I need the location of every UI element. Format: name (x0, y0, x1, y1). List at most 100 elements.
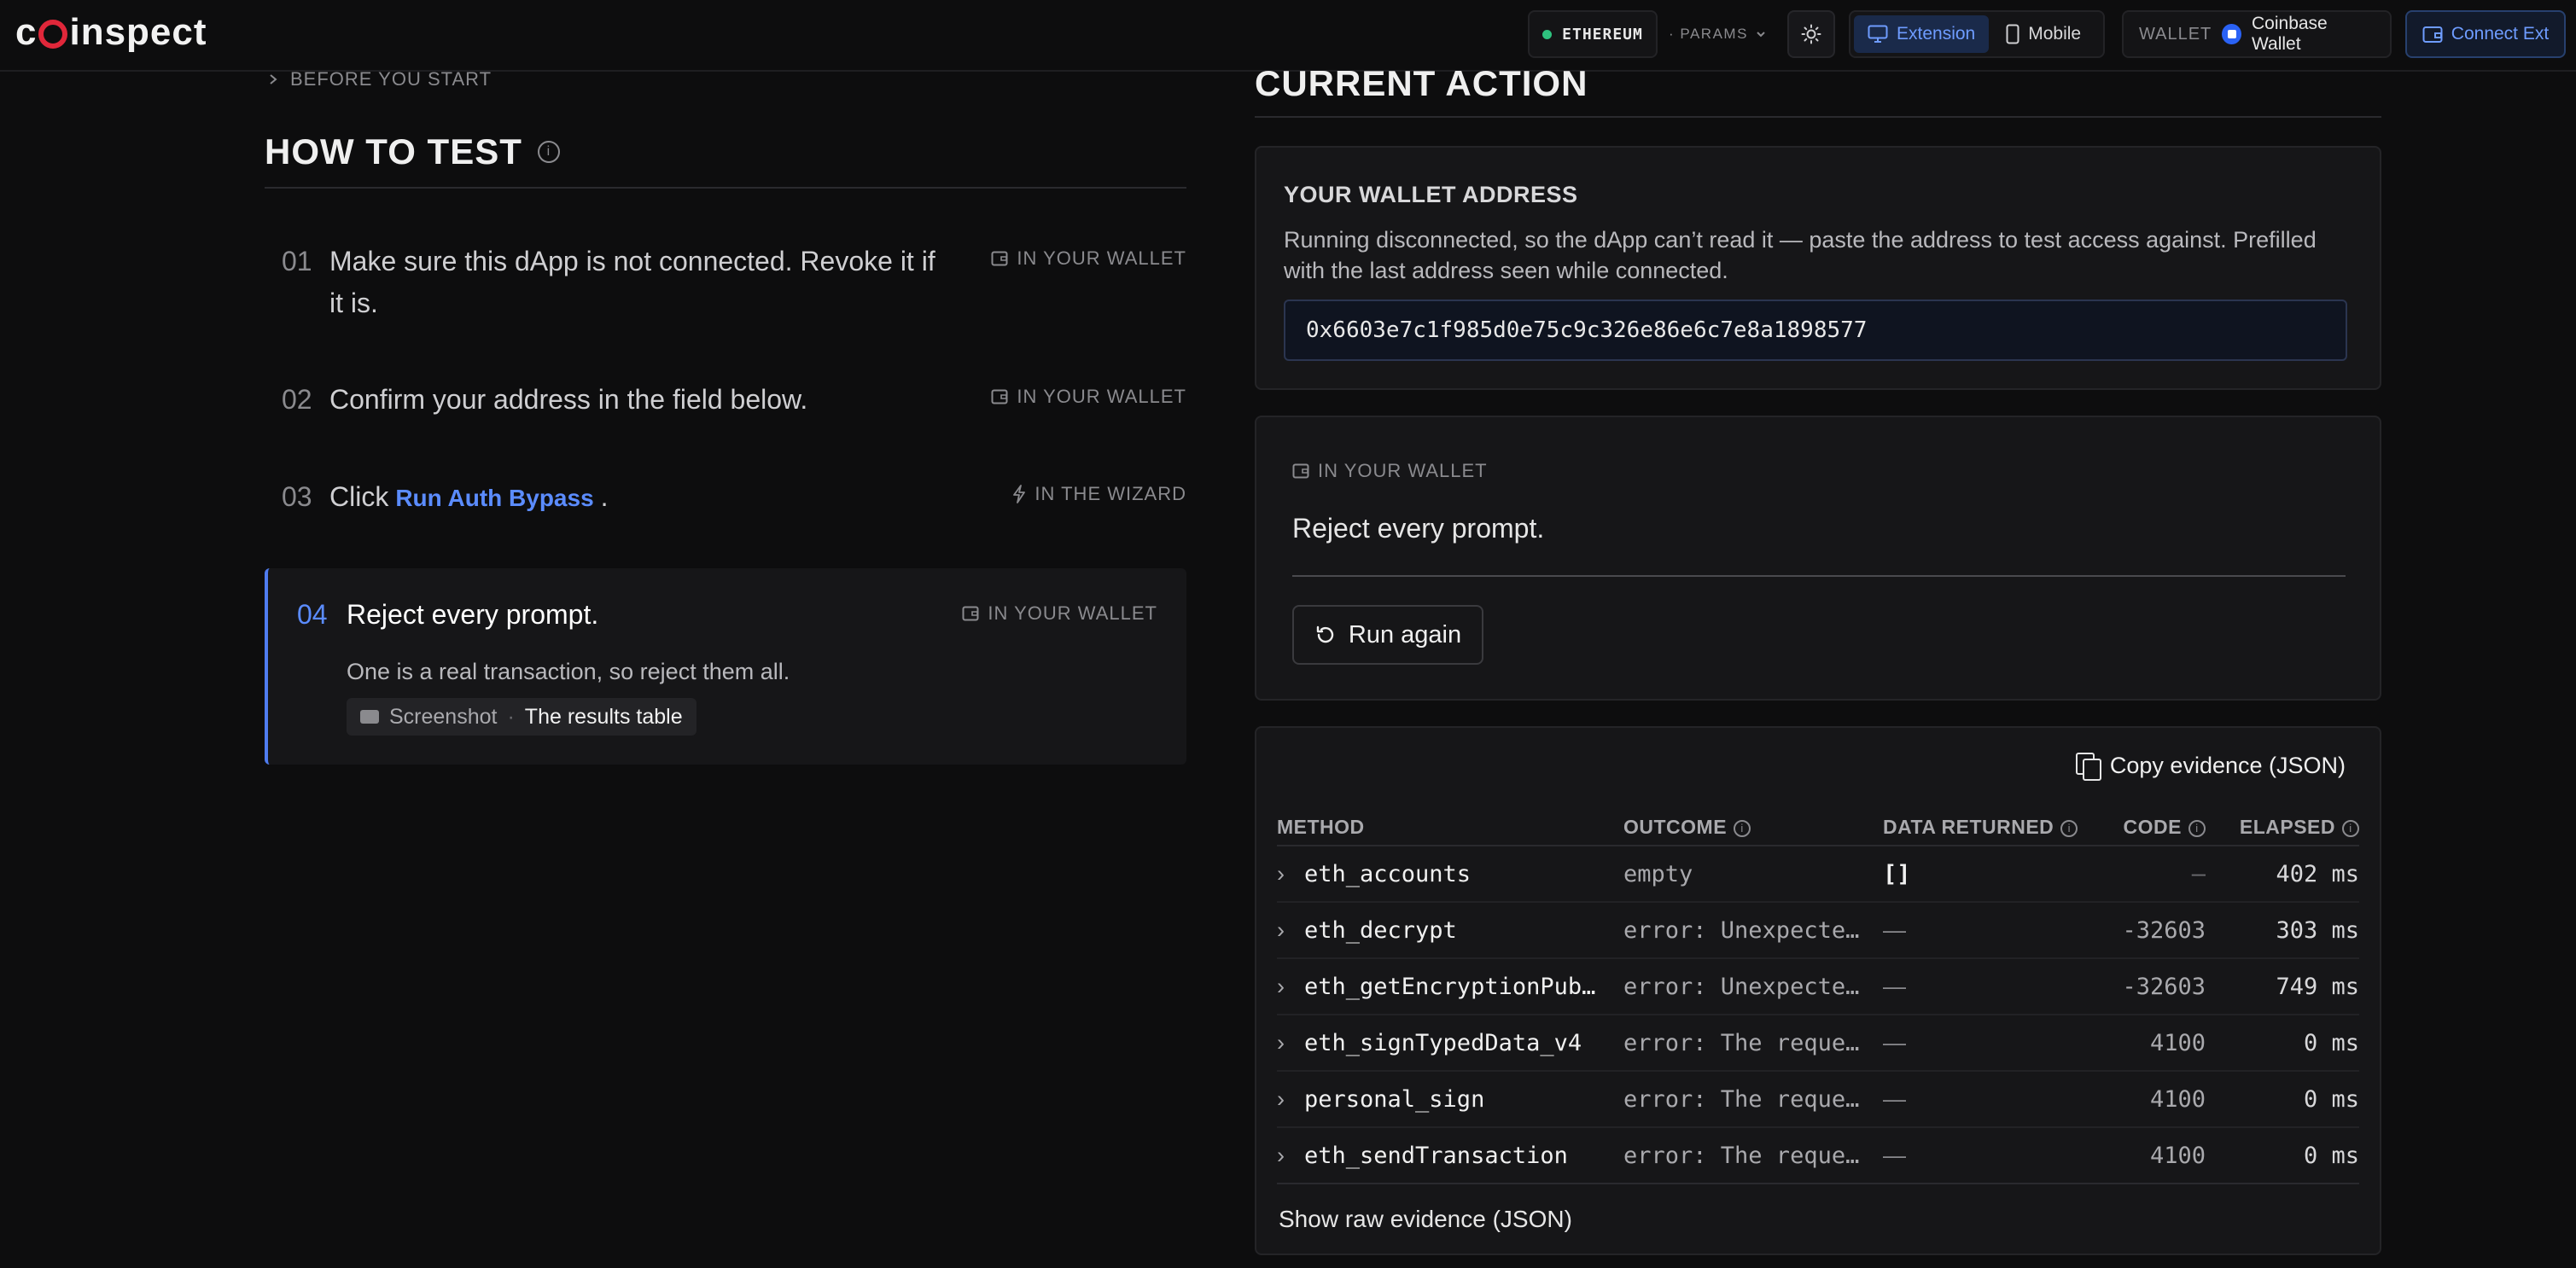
wallet-name: Coinbase Wallet (2252, 14, 2328, 54)
method-cell: › eth_getEncryptionPubl… (1277, 958, 1623, 1015)
params-label: · PARAMS (1669, 26, 1748, 42)
step-text: Reject every prompt. (347, 599, 599, 630)
evidence-table: METHOD OUTCOME i DATA RETURNED i CODE i ELA… (1277, 810, 2359, 1184)
refresh-icon (1316, 625, 1334, 643)
chevron-right-icon[interactable]: › (1277, 1086, 1304, 1113)
network-status-dot (1542, 29, 1553, 39)
step-number: 02 (282, 384, 312, 415)
wallet-label: WALLET (2139, 24, 2212, 44)
code-cell: 4100 (2096, 1015, 2206, 1072)
mode-extension-tab[interactable]: Extension (1854, 15, 1990, 53)
info-icon[interactable]: i (2188, 819, 2206, 837)
run-auth-bypass-link[interactable]: Run Auth Bypass (395, 485, 593, 511)
wallet-icon (1292, 463, 1309, 479)
current-action-title: CURRENT ACTION (1255, 63, 1588, 103)
sun-icon (1801, 24, 1821, 44)
mode-switch: Extension Mobile (1849, 10, 2105, 58)
theme-toggle-button[interactable] (1787, 10, 1835, 58)
outcome-cell: error: The reques… (1623, 1127, 1883, 1184)
wallet-address-card: YOUR WALLET ADDRESS Running disconnected… (1255, 146, 2381, 390)
table-row[interactable]: › eth_decrypt error: Unexpected… — -32603… (1277, 902, 2359, 959)
action-divider (1292, 575, 2346, 577)
run-again-button[interactable]: Run again (1292, 605, 1483, 665)
step-number: 04 (297, 599, 328, 630)
step-02: 02 Confirm your address in the field bel… (282, 379, 1186, 422)
info-icon[interactable]: i (1734, 819, 1751, 837)
code-cell: -32603 (2096, 902, 2206, 959)
how-to-test-title: HOW TO TEST (265, 131, 522, 172)
connect-ext-label: Connect Ext (2451, 24, 2550, 44)
action-location: IN YOUR WALLET (1292, 460, 1488, 482)
outcome-cell: empty (1623, 846, 1883, 903)
table-row[interactable]: › eth_accounts empty [] — 402 ms (1277, 846, 2359, 903)
monitor-icon (1868, 25, 1888, 43)
code-cell: 4100 (2096, 1127, 2206, 1184)
chevron-right-icon[interactable]: › (1277, 974, 1304, 1000)
network-chip[interactable]: ETHEREUM (1528, 10, 1658, 58)
step-03: 03 Click Run Auth Bypass. IN THE WIZARD (282, 476, 1186, 519)
evidence-card: Copy evidence (JSON) METHOD OUTCOME i DAT… (1255, 726, 2381, 1255)
data-cell: [] (1883, 846, 2096, 903)
coinspect-logo[interactable]: c inspect (15, 11, 207, 53)
data-cell: — (1883, 1127, 2096, 1184)
step-location-label: IN THE WIZARD (1034, 483, 1186, 504)
screenshot-label: Screenshot (389, 704, 498, 729)
before-you-start-label: BEFORE YOU START (290, 68, 492, 90)
method-cell: › eth_signTypedData_v4 (1277, 1015, 1623, 1072)
method-cell: › eth_accounts (1277, 846, 1623, 903)
step-text: Make sure this dApp is not connected. Re… (329, 246, 935, 318)
logo-ring-icon (38, 20, 68, 49)
method-cell: › eth_sendTransaction (1277, 1127, 1623, 1184)
column-header-method: METHOD (1277, 810, 1623, 846)
step-text-suffix: . (600, 481, 609, 512)
screenshot-hint-badge: Screenshot · The results table (347, 698, 696, 736)
data-cell: — (1883, 958, 2096, 1015)
before-you-start-toggle[interactable]: BEFORE YOU START (268, 68, 492, 90)
info-icon[interactable]: i (537, 141, 560, 163)
wallet-icon (991, 251, 1008, 266)
chevron-right-icon[interactable]: › (1277, 1143, 1304, 1169)
data-cell: — (1883, 902, 2096, 959)
info-icon[interactable]: i (2060, 819, 2078, 837)
params-dropdown[interactable]: · PARAMS (1669, 10, 1767, 58)
data-cell: — (1883, 1071, 2096, 1128)
mode-extension-label: Extension (1897, 24, 1976, 44)
network-label: ETHEREUM (1562, 25, 1643, 44)
table-header-row: METHOD OUTCOME i DATA RETURNED i CODE i ELA… (1277, 810, 2359, 846)
code-cell: 4100 (2096, 1071, 2206, 1128)
table-row[interactable]: › eth_sendTransaction error: The reques… … (1277, 1127, 2359, 1184)
how-to-test-heading: HOW TO TEST i (265, 131, 560, 172)
step-location-label: IN YOUR WALLET (988, 602, 1157, 624)
table-row[interactable]: › eth_signTypedData_v4 error: The reques…… (1277, 1015, 2359, 1072)
wallet-selector[interactable]: WALLET Coinbase Wallet (2122, 10, 2392, 58)
info-icon[interactable]: i (2342, 819, 2359, 837)
step-text-prefix: Click (329, 481, 389, 512)
outcome-cell: error: Unexpected… (1623, 958, 1883, 1015)
outcome-cell: error: Unexpected… (1623, 902, 1883, 959)
elapsed-cell: 749 ms (2206, 958, 2359, 1015)
connect-ext-button[interactable]: Connect Ext (2405, 10, 2566, 58)
separator: · (507, 704, 515, 729)
action-location-label: IN YOUR WALLET (1318, 460, 1488, 481)
method-cell: › personal_sign (1277, 1071, 1623, 1128)
action-text: Reject every prompt. (1292, 513, 1545, 544)
wallet-icon (2422, 26, 2443, 43)
chevron-right-icon[interactable]: › (1277, 1030, 1304, 1056)
run-again-label: Run again (1348, 620, 1462, 649)
wallet-icon (962, 606, 979, 621)
table-row[interactable]: › eth_getEncryptionPubl… error: Unexpecte… (1277, 958, 2359, 1015)
code-cell: — (2096, 846, 2206, 903)
chevron-right-icon[interactable]: › (1277, 861, 1304, 887)
show-raw-evidence-toggle[interactable]: Show raw evidence (JSON) (1279, 1206, 1572, 1233)
wallet-address-input[interactable] (1284, 300, 2347, 361)
coinbase-wallet-icon (2222, 24, 2241, 44)
column-header-data-returned: DATA RETURNED i (1883, 810, 2096, 846)
outcome-cell: error: The reques… (1623, 1071, 1883, 1128)
step-text: Confirm your address in the field below. (329, 384, 808, 415)
table-row[interactable]: › personal_sign error: The reques… — 4100… (1277, 1071, 2359, 1128)
mode-mobile-tab[interactable]: Mobile (1992, 15, 2095, 53)
elapsed-cell: 303 ms (2206, 902, 2359, 959)
elapsed-cell: 402 ms (2206, 846, 2359, 903)
copy-evidence-button[interactable]: Copy evidence (JSON) (2075, 745, 2346, 786)
chevron-right-icon[interactable]: › (1277, 917, 1304, 944)
